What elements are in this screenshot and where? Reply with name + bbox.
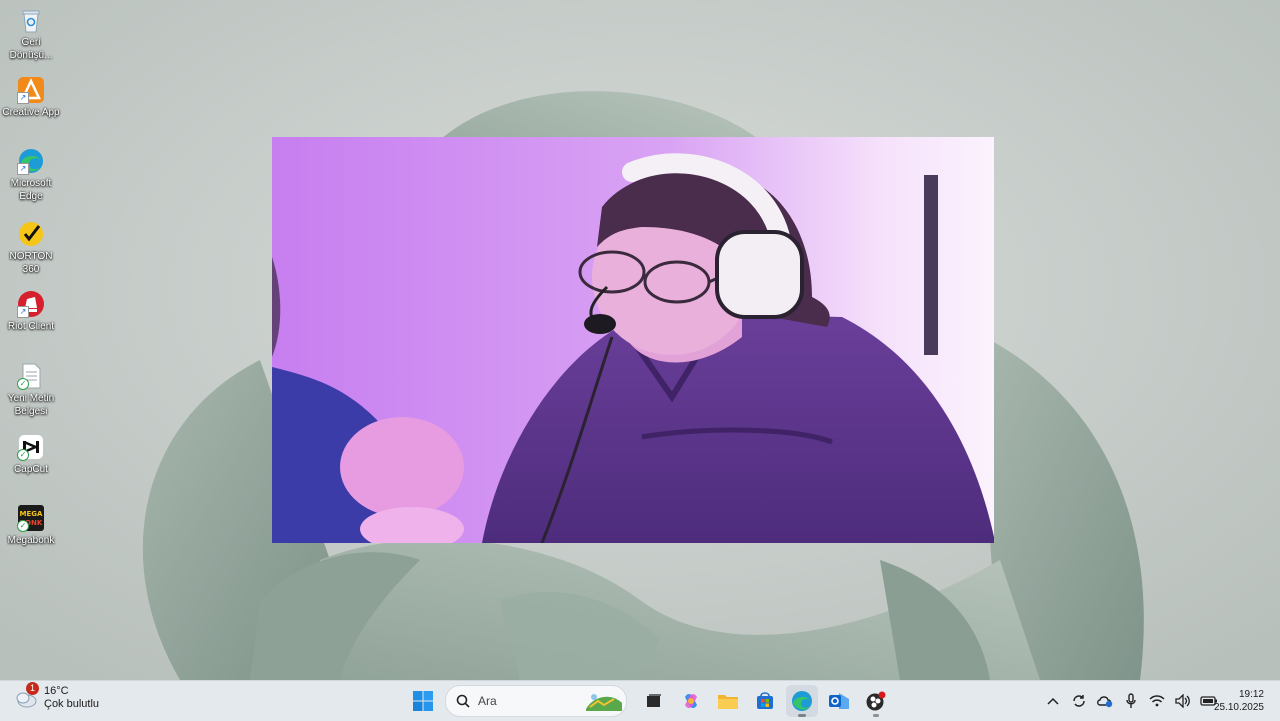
recycle-bin-icon — [17, 6, 45, 34]
microsoft-store-button[interactable] — [749, 685, 781, 717]
clock-date: 25.10.2025 — [1213, 702, 1264, 713]
taskbar-search[interactable]: Ara — [445, 685, 627, 717]
taskbar-apps: Ara — [404, 685, 894, 717]
weather-condition: Çok bulutlu — [44, 698, 100, 710]
desktop-icon-megabonk[interactable]: MEGA BONK ✓ Megabonk — [0, 504, 62, 547]
outlook-button[interactable] — [823, 685, 855, 717]
desktop-icon-label: Yeni Metin Belgesi — [7, 393, 55, 417]
video-frame — [272, 137, 994, 543]
shortcut-arrow-icon: ↗ — [17, 92, 29, 104]
search-highlight-icon — [586, 694, 622, 711]
wifi-tray-button[interactable] — [1144, 685, 1170, 717]
windows-logo-icon — [412, 691, 433, 711]
edge-taskbar-button[interactable] — [785, 685, 818, 717]
sync-status-icon: ✓ — [17, 449, 29, 461]
cloud-icon: 1 — [14, 682, 39, 710]
desktop-icon-label: Creative App — [2, 107, 60, 118]
shortcut-arrow-icon: ↗ — [17, 306, 29, 318]
weather-widget[interactable]: 1 16°C Çok bulutlu — [14, 682, 100, 711]
text-document-icon: ✓ — [17, 362, 45, 390]
shortcut-arrow-icon: ↗ — [17, 163, 29, 175]
microphone-tray-button[interactable] — [1118, 685, 1144, 717]
onedrive-icon — [1097, 696, 1113, 708]
copilot-icon — [684, 694, 697, 708]
desktop-icon-riot-client[interactable]: ↗ Riot Client — [0, 290, 62, 333]
video-player-window[interactable] — [272, 137, 994, 543]
desktop-icon-label: Riot Client — [7, 321, 55, 332]
obs-button[interactable] — [860, 685, 892, 717]
task-view-button[interactable] — [638, 685, 670, 717]
search-icon — [456, 694, 470, 708]
desktop-icon-label: Megabonk — [7, 535, 55, 546]
task-view-icon — [646, 694, 661, 707]
svg-text:MEGA: MEGA — [20, 510, 43, 518]
norton-icon — [17, 220, 45, 248]
creative-app-icon: ↗ — [17, 76, 45, 104]
riot-client-icon: ↗ — [17, 290, 45, 318]
clock[interactable]: 19:12 25.10.2025 — [1214, 688, 1264, 714]
outlook-icon — [828, 693, 849, 709]
search-placeholder: Ara — [478, 694, 497, 708]
volume-tray-button[interactable] — [1170, 685, 1196, 717]
desktop-icon-capcut[interactable]: ✓ CapCut — [0, 433, 62, 476]
edge-icon — [791, 691, 812, 711]
sync-status-icon: ✓ — [17, 378, 29, 390]
copilot-button[interactable] — [675, 685, 707, 717]
store-icon — [756, 692, 773, 709]
system-tray — [1040, 685, 1222, 717]
sync-icon — [1073, 695, 1085, 707]
desktop-icon-norton-360[interactable]: NORTON 360 — [0, 220, 62, 276]
desktop-icon-microsoft-edge[interactable]: ↗ Microsoft Edge — [0, 147, 62, 203]
show-hidden-icons-button[interactable] — [1040, 685, 1066, 717]
notification-badge: 1 — [26, 682, 39, 695]
desktop-icon-label: Microsoft Edge — [10, 178, 52, 202]
file-explorer-button[interactable] — [712, 685, 744, 717]
capcut-icon: ✓ — [17, 433, 45, 461]
megabonk-icon: MEGA BONK ✓ — [17, 504, 45, 532]
chevron-up-icon — [1047, 697, 1059, 705]
desktop-icon-label: Geri Dönüşü... — [9, 37, 53, 61]
taskbar: 1 16°C Çok bulutlu Ara 19:12 25.10.2025 — [0, 680, 1280, 721]
folder-icon — [717, 695, 738, 709]
sync-tray-button[interactable] — [1066, 685, 1092, 717]
desktop-icon-label: CapCut — [14, 464, 48, 475]
clock-time: 19:12 — [1238, 689, 1264, 700]
onedrive-tray-button[interactable] — [1092, 685, 1118, 717]
weather-temperature: 16°C — [44, 685, 69, 697]
obs-icon — [866, 691, 885, 711]
desktop-icon-recycle-bin[interactable]: Geri Dönüşü... — [0, 6, 62, 62]
desktop-icon-text-document[interactable]: ✓ Yeni Metin Belgesi — [0, 362, 62, 418]
edge-icon: ↗ — [17, 147, 45, 175]
volume-icon — [1175, 694, 1190, 708]
sync-status-icon: ✓ — [17, 520, 29, 532]
wifi-icon — [1149, 695, 1165, 707]
desktop-icon-creative-app[interactable]: ↗ Creative App — [0, 76, 62, 119]
start-button[interactable] — [407, 685, 439, 717]
microphone-icon — [1126, 693, 1136, 708]
desktop-icon-label: NORTON 360 — [9, 251, 53, 275]
